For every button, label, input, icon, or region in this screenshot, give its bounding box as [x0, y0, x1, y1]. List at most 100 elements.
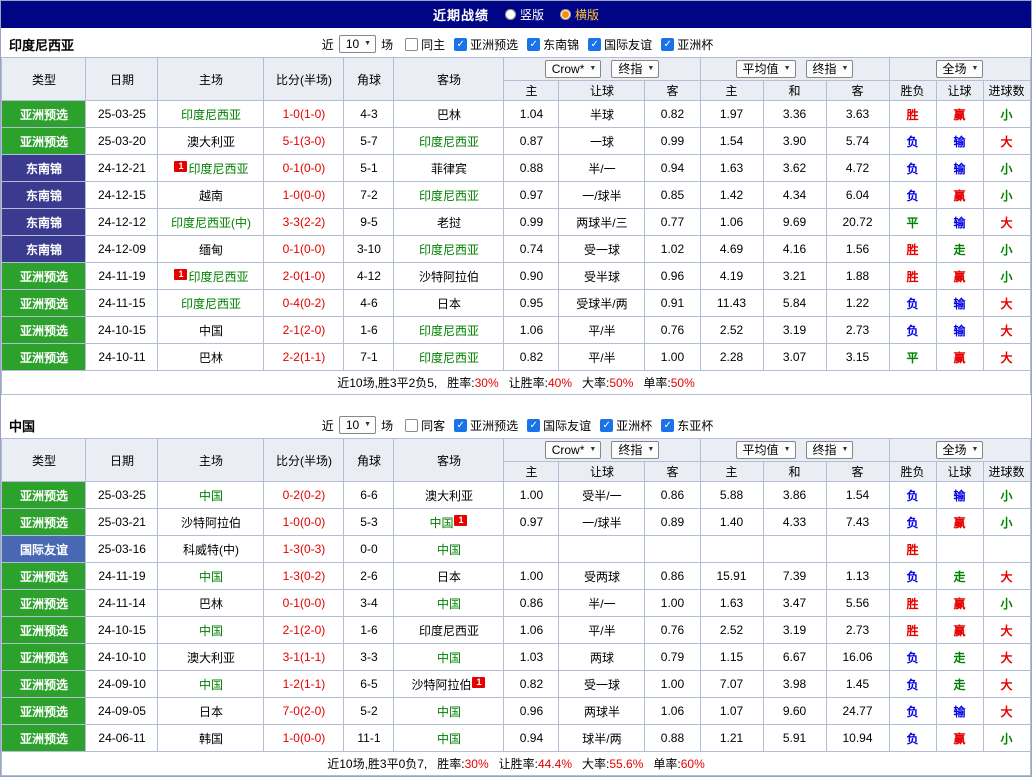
header-select[interactable]: 终指▼ — [806, 60, 854, 78]
filter-checkbox-2[interactable]: ✓国际友谊 — [527, 417, 591, 434]
sub-column-header: 主 — [700, 462, 763, 482]
odds-cell: 受半/一 — [559, 482, 645, 509]
match-row: 亚洲预选24-10-11巴林2-2(1-1)7-1印度尼西亚0.82平/半1.0… — [2, 344, 1030, 371]
odds-cell: 一/球半 — [559, 509, 645, 536]
result-cell: 大 — [983, 698, 1030, 725]
unchecked-checkbox-icon — [405, 419, 418, 432]
score-cell: 2-1(2-0) — [264, 317, 344, 344]
header-select[interactable]: 终指▼ — [611, 60, 659, 78]
sub-column-header: 胜负 — [889, 462, 936, 482]
radio-icon — [560, 9, 571, 20]
avg-odds-cell: 1.40 — [700, 509, 763, 536]
summary-stat-value: 55.6% — [609, 757, 643, 771]
avg-odds-cell: 3.62 — [763, 155, 826, 182]
score-cell: 0-2(0-2) — [264, 482, 344, 509]
away-team-name: 印度尼西亚 — [419, 624, 479, 638]
checked-checkbox-icon: ✓ — [454, 419, 467, 432]
filter-checkbox-3[interactable]: ✓国际友谊 — [588, 36, 652, 53]
result-cell: 小 — [983, 263, 1030, 290]
result-cell: 负 — [889, 698, 936, 725]
away-team-name: 印度尼西亚 — [419, 189, 479, 203]
header-select[interactable]: 终指▼ — [806, 441, 854, 459]
header-select[interactable]: 平均值▼ — [736, 441, 796, 459]
match-count-select[interactable]: 10▼ — [339, 416, 376, 434]
filter-checkbox-4[interactable]: ✓亚洲杯 — [661, 36, 713, 53]
away-team-name: 印度尼西亚 — [419, 351, 479, 365]
home-team-name: 澳大利亚 — [187, 651, 235, 665]
score-cell: 3-1(1-1) — [264, 644, 344, 671]
avg-odds-cell: 1.15 — [700, 644, 763, 671]
result-cell: 胜 — [889, 617, 936, 644]
home-team-cell: 印度尼西亚(中) — [158, 209, 264, 236]
layout-option-vertical[interactable]: 竖版 — [505, 6, 544, 23]
filter-checkbox-4[interactable]: ✓东亚杯 — [661, 417, 713, 434]
avg-odds-cell: 3.36 — [763, 101, 826, 128]
header-select[interactable]: 平均值▼ — [736, 60, 796, 78]
sections-container: 印度尼西亚近10▼场同主✓亚洲预选✓东南锦✓国际友谊✓亚洲杯类型日期主场比分(半… — [1, 28, 1031, 776]
away-team-name: 老挝 — [437, 216, 461, 230]
result-cell: 赢 — [936, 182, 983, 209]
header-select[interactable]: Crow*▼ — [545, 441, 602, 459]
red-card-badge: 1 — [472, 677, 485, 688]
column-header: 客场 — [394, 58, 504, 101]
summary-stat-label: 大率: — [582, 757, 609, 771]
header-select[interactable]: 全场▼ — [936, 441, 984, 459]
result-cell: 大 — [983, 344, 1030, 371]
result-cell: 胜 — [889, 536, 936, 563]
odds-cell: 受半球 — [559, 263, 645, 290]
filter-checkbox-3[interactable]: ✓亚洲杯 — [600, 417, 652, 434]
layout-option-horizontal[interactable]: 横版 — [560, 6, 599, 23]
filter-checkbox-1[interactable]: ✓亚洲预选 — [454, 417, 518, 434]
away-team-cell: 中国 — [394, 698, 504, 725]
league-type-cell: 亚洲预选 — [2, 482, 86, 509]
result-cell: 平 — [889, 209, 936, 236]
match-row: 亚洲预选25-03-25印度尼西亚1-0(1-0)4-3巴林1.04半球0.82… — [2, 101, 1030, 128]
avg-odds-cell — [826, 536, 889, 563]
near-label: 近 — [322, 36, 334, 53]
league-type-cell: 亚洲预选 — [2, 563, 86, 590]
header-select[interactable]: 全场▼ — [936, 60, 984, 78]
odds-cell: 1.02 — [645, 236, 700, 263]
filter-checkbox-0[interactable]: 同主 — [405, 36, 445, 53]
odds-cell: 0.88 — [504, 155, 559, 182]
odds-cell: 受球半/两 — [559, 290, 645, 317]
away-team-cell: 老挝 — [394, 209, 504, 236]
result-cell: 输 — [936, 128, 983, 155]
match-row: 东南锦24-12-09缅甸0-1(0-0)3-10印度尼西亚0.74受一球1.0… — [2, 236, 1030, 263]
score-cell: 0-1(0-0) — [264, 236, 344, 263]
filter-checkbox-1[interactable]: ✓亚洲预选 — [454, 36, 518, 53]
summary-stat-label: 单率: — [643, 376, 670, 390]
home-team-name: 缅甸 — [199, 243, 223, 257]
header-select[interactable]: 终指▼ — [611, 441, 659, 459]
header-select-value: 平均值 — [743, 443, 779, 457]
header-select[interactable]: Crow*▼ — [545, 60, 602, 78]
sub-column-header: 客 — [826, 81, 889, 101]
home-team-name: 印度尼西亚 — [188, 270, 248, 284]
summary-stat-label: 让胜率: — [509, 376, 548, 390]
filter-checkbox-0[interactable]: 同客 — [405, 417, 445, 434]
score-cell: 2-2(1-1) — [264, 344, 344, 371]
match-row: 亚洲预选24-09-10中国1-2(1-1)6-5沙特阿拉伯10.82受一球1.… — [2, 671, 1030, 698]
avg-odds-cell: 15.91 — [700, 563, 763, 590]
away-team-name: 菲律宾 — [431, 162, 467, 176]
odds-cell: 0.89 — [645, 509, 700, 536]
filter-checkbox-2[interactable]: ✓东南锦 — [527, 36, 579, 53]
away-team-cell: 印度尼西亚 — [394, 128, 504, 155]
home-team-name: 沙特阿拉伯 — [181, 516, 241, 530]
checkbox-label: 国际友谊 — [604, 36, 652, 53]
odds-cell: 受两球 — [559, 563, 645, 590]
avg-odds-cell: 7.39 — [763, 563, 826, 590]
league-type-cell: 亚洲预选 — [2, 590, 86, 617]
match-row: 亚洲预选25-03-20澳大利亚5-1(3-0)5-7印度尼西亚0.87一球0.… — [2, 128, 1030, 155]
odds-cell: 1.00 — [504, 482, 559, 509]
away-team-name: 中国 — [437, 705, 461, 719]
home-team-name: 中国 — [199, 489, 223, 503]
league-type-cell: 亚洲预选 — [2, 509, 86, 536]
away-team-cell: 巴林 — [394, 101, 504, 128]
away-team-name: 日本 — [437, 297, 461, 311]
avg-odds-cell: 7.43 — [826, 509, 889, 536]
match-count-select[interactable]: 10▼ — [339, 35, 376, 53]
red-card-badge: 1 — [174, 161, 187, 172]
match-row: 亚洲预选24-11-19中国1-3(0-2)2-6日本1.00受两球0.8615… — [2, 563, 1030, 590]
header-select-wrap: 平均值▼ 终指▼ — [701, 60, 889, 78]
